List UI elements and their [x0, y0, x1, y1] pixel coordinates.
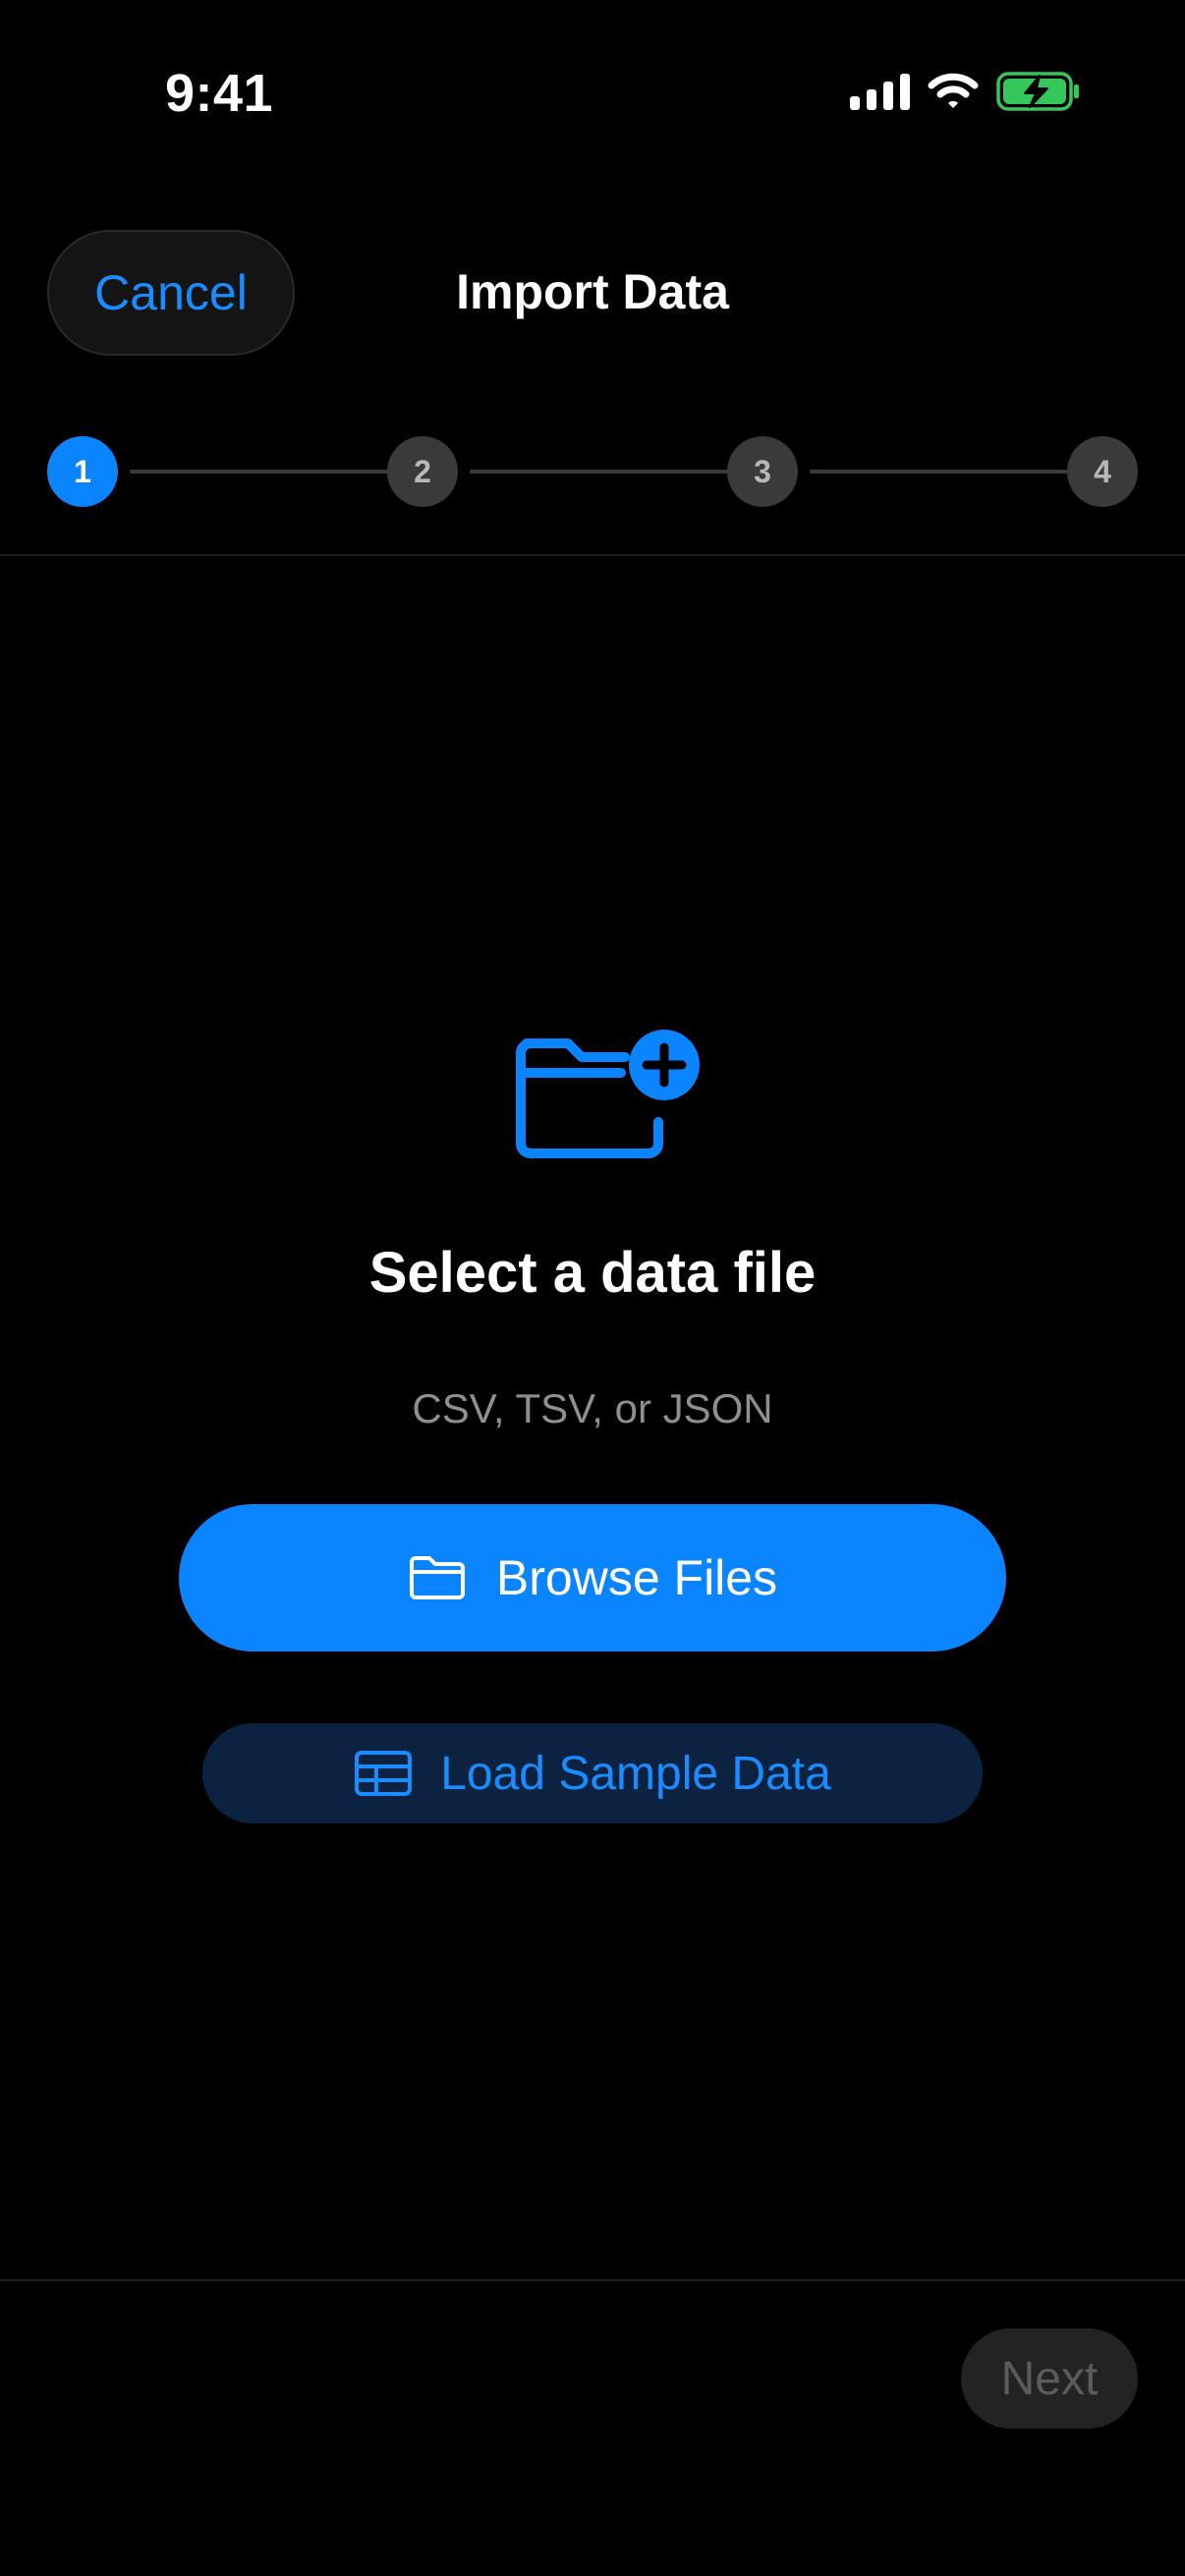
next-button[interactable]: Next: [961, 2328, 1138, 2429]
navigation-bar: Cancel Import Data: [0, 187, 1185, 403]
step-1-indicator: 1: [47, 436, 118, 507]
status-icons: [850, 71, 1081, 112]
browse-files-label: Browse Files: [495, 1550, 778, 1605]
step-3-indicator: 3: [727, 436, 798, 507]
step-progress-indicator: 1 2 3 4: [47, 436, 1138, 507]
status-time: 9:41: [165, 64, 274, 123]
folder-icon: [409, 1556, 465, 1599]
step-connector: [810, 470, 1091, 474]
browse-files-button[interactable]: Browse Files: [179, 1504, 1006, 1652]
cellular-signal-icon: [850, 73, 910, 110]
folder-plus-icon: [516, 1030, 700, 1158]
empty-state-title: Select a data file: [368, 1241, 817, 1305]
load-sample-data-label: Load Sample Data: [440, 1747, 831, 1800]
footer-divider: [0, 2279, 1185, 2281]
wifi-icon: [928, 73, 979, 108]
battery-charging-icon: [996, 72, 1079, 111]
header-divider: [0, 554, 1185, 556]
supported-formats-text: CSV, TSV, or JSON: [412, 1385, 773, 1431]
page-title: Import Data: [456, 264, 729, 319]
import-data-screen: 9:41 Cancel Import Data 1 2 3 4 Select a…: [0, 0, 1185, 2576]
step-4-indicator: 4: [1067, 436, 1138, 507]
step-connector: [470, 470, 751, 474]
table-icon: [355, 1751, 413, 1796]
load-sample-data-button[interactable]: Load Sample Data: [202, 1723, 983, 1823]
step-2-indicator: 2: [387, 436, 458, 507]
step-connector: [130, 470, 411, 474]
